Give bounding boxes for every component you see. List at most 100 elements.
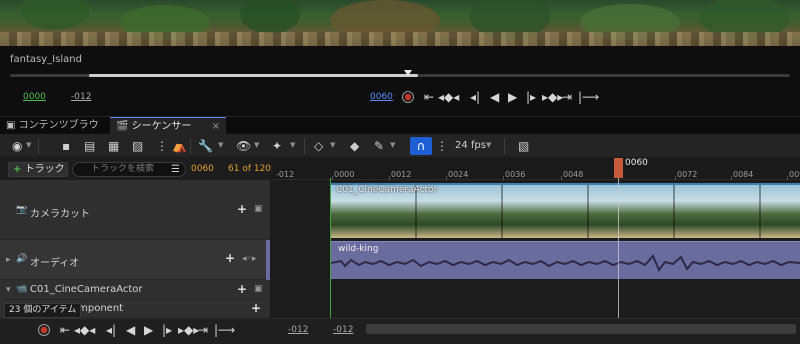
start-offset-field[interactable]: -012 <box>71 92 91 102</box>
play-icon[interactable]: ▶ <box>144 324 153 336</box>
loop-icon[interactable]: |⟶ <box>214 324 235 336</box>
add-button[interactable]: + <box>237 282 247 296</box>
tick-label: -012 <box>276 170 295 179</box>
camera-icon: 📷 <box>16 205 28 215</box>
speaker-icon: 🔊 <box>16 254 28 264</box>
add-button[interactable]: + <box>225 251 235 265</box>
chevron-down-icon[interactable]: ▼ <box>290 141 295 149</box>
tick-label: 0048 <box>563 170 584 179</box>
key-icon[interactable]: ◇ <box>314 139 323 153</box>
timeline-gutter <box>270 180 330 318</box>
chevron-down-icon[interactable]: ▼ <box>390 141 395 149</box>
tab-label: シーケンサー <box>131 121 192 132</box>
tab-content-browser[interactable]: ▣ コンテンツブラウザ <box>0 117 108 148</box>
tick-label: 0024 <box>448 170 469 179</box>
add-button[interactable]: + <box>237 202 247 216</box>
wrench-icon[interactable]: 🔧 <box>198 139 213 153</box>
record-button[interactable] <box>38 324 50 336</box>
horizontal-scrollbar[interactable] <box>366 324 796 334</box>
step-back-icon[interactable]: ◂| <box>470 91 480 103</box>
chevron-down-icon[interactable]: ▼ <box>26 141 31 149</box>
filter-icon[interactable]: ☰ <box>171 164 180 175</box>
clip-label: C01_CineCameraActor <box>336 185 438 195</box>
close-icon[interactable]: × <box>212 118 220 135</box>
play-icon[interactable]: ▶ <box>508 91 517 103</box>
track-row-camera-actor[interactable]: ▾ 📹 C01_CineCameraActor + ▣ <box>0 280 270 300</box>
tick-label: 0036 <box>505 170 526 179</box>
chevron-down-icon[interactable]: ▼ <box>486 141 491 149</box>
track-name: カメラカット <box>30 209 90 220</box>
folder-icon: ▣ <box>6 120 16 131</box>
playhead-handle[interactable] <box>614 158 623 178</box>
chevron-down-icon[interactable]: ▼ <box>218 141 223 149</box>
track-color-strip <box>266 240 270 280</box>
actor-icon[interactable]: ⛺ <box>172 139 187 153</box>
playback-icon[interactable]: ✦ <box>272 139 282 153</box>
add-track-button[interactable]: + トラック <box>8 162 68 177</box>
play-reverse-icon[interactable]: ◀ <box>126 324 135 336</box>
world-icon[interactable]: ◉ <box>12 139 22 153</box>
playhead-label: 0060 <box>625 158 648 168</box>
tab-sequencer[interactable]: 🎬 シーケンサー × <box>110 117 226 135</box>
current-frame-field[interactable]: 0060 <box>370 92 393 102</box>
render-icon[interactable]: ▦ <box>108 139 119 153</box>
item-count-status: 23 個のアイテム <box>4 303 82 318</box>
step-forward-key-icon[interactable]: ▸◆▸ <box>542 91 563 103</box>
jump-start-icon[interactable]: ⇤ <box>60 324 70 336</box>
jump-end-icon[interactable]: ⇥ <box>562 91 572 103</box>
record-button[interactable] <box>402 91 414 103</box>
separator <box>504 138 505 154</box>
step-back-icon[interactable]: ◂| <box>106 324 116 336</box>
chevron-down-icon[interactable]: ▼ <box>254 141 259 149</box>
tick-label: 0012 <box>391 170 412 179</box>
clapper-board-icon[interactable]: ▨ <box>132 139 143 153</box>
collapse-arrow-icon[interactable]: ▾ <box>6 285 11 295</box>
jump-start-icon[interactable]: ⇤ <box>424 91 434 103</box>
step-back-key-icon[interactable]: ◂◆◂ <box>438 91 459 103</box>
fps-select[interactable]: 24 fps <box>455 140 486 151</box>
step-forward-key-icon[interactable]: ▸◆▸ <box>178 324 199 336</box>
step-forward-icon[interactable]: |▸ <box>526 91 536 103</box>
camera-bind-icon[interactable]: ▣ <box>254 284 263 294</box>
curve-icon[interactable]: ◆ <box>350 139 359 153</box>
jump-end-icon[interactable]: ⇥ <box>198 324 208 336</box>
current-frame-readout[interactable]: 0060 <box>191 164 214 174</box>
sequencer-toolbar: ◉ ▼ ▪ ▤ ▦ ▨ ⋮ ⛺ 🔧 ▼ 👁 ▼ ✦ ▼ ◇ ▼ ◆ ✎ ▼ ∩ … <box>0 134 800 158</box>
step-back-key-icon[interactable]: ◂◆◂ <box>74 324 95 336</box>
add-track-label: トラック <box>24 164 65 175</box>
plus-icon: + <box>13 164 22 175</box>
more-icon[interactable]: ⋮ <box>436 139 448 153</box>
save-as-icon[interactable]: ▤ <box>84 139 95 153</box>
chevron-down-icon[interactable]: ▼ <box>330 141 335 149</box>
loop-icon[interactable]: |⟶ <box>578 91 599 103</box>
track-name: C01_CineCameraActor <box>30 284 143 295</box>
playhead-line <box>618 178 619 318</box>
track-row-audio[interactable]: ▸ 🔊 オーディオ + ◂◦▸ <box>0 240 270 280</box>
scrub-handle[interactable] <box>403 70 412 76</box>
separator <box>304 138 305 154</box>
save-icon[interactable]: ▪ <box>62 139 70 153</box>
key-nav-icon[interactable]: ◂◦▸ <box>242 254 256 264</box>
view-eye-icon[interactable]: 👁 <box>236 139 251 153</box>
scrub-progress <box>89 74 418 77</box>
start-frame-field[interactable]: 0000 <box>23 92 46 102</box>
add-button[interactable]: + <box>251 301 261 315</box>
track-name: オーディオ <box>30 258 80 269</box>
pencil-icon[interactable]: ✎ <box>374 139 384 153</box>
view-end-field[interactable]: -012 <box>333 325 353 335</box>
more-icon[interactable]: ⋮ <box>156 139 168 153</box>
view-start-field[interactable]: -012 <box>288 325 308 335</box>
track-row-camera-cut[interactable]: 📷 カメラカット + ▣ <box>0 180 270 240</box>
preview-panel <box>0 46 800 116</box>
tick-label: 0072 <box>677 170 698 179</box>
start-marker-line <box>330 178 331 318</box>
snap-magnet-button[interactable]: ∩ <box>410 137 432 155</box>
separator <box>190 138 191 154</box>
expand-arrow-icon[interactable]: ▸ <box>6 255 11 265</box>
track-search-input[interactable]: トラックを検索 <box>72 162 186 177</box>
camera-bind-icon[interactable]: ▣ <box>254 204 263 214</box>
play-reverse-icon[interactable]: ◀ <box>490 91 499 103</box>
step-forward-icon[interactable]: |▸ <box>162 324 172 336</box>
graph-editor-icon[interactable]: ▧ <box>518 139 529 153</box>
viewport-preview[interactable] <box>0 0 800 46</box>
